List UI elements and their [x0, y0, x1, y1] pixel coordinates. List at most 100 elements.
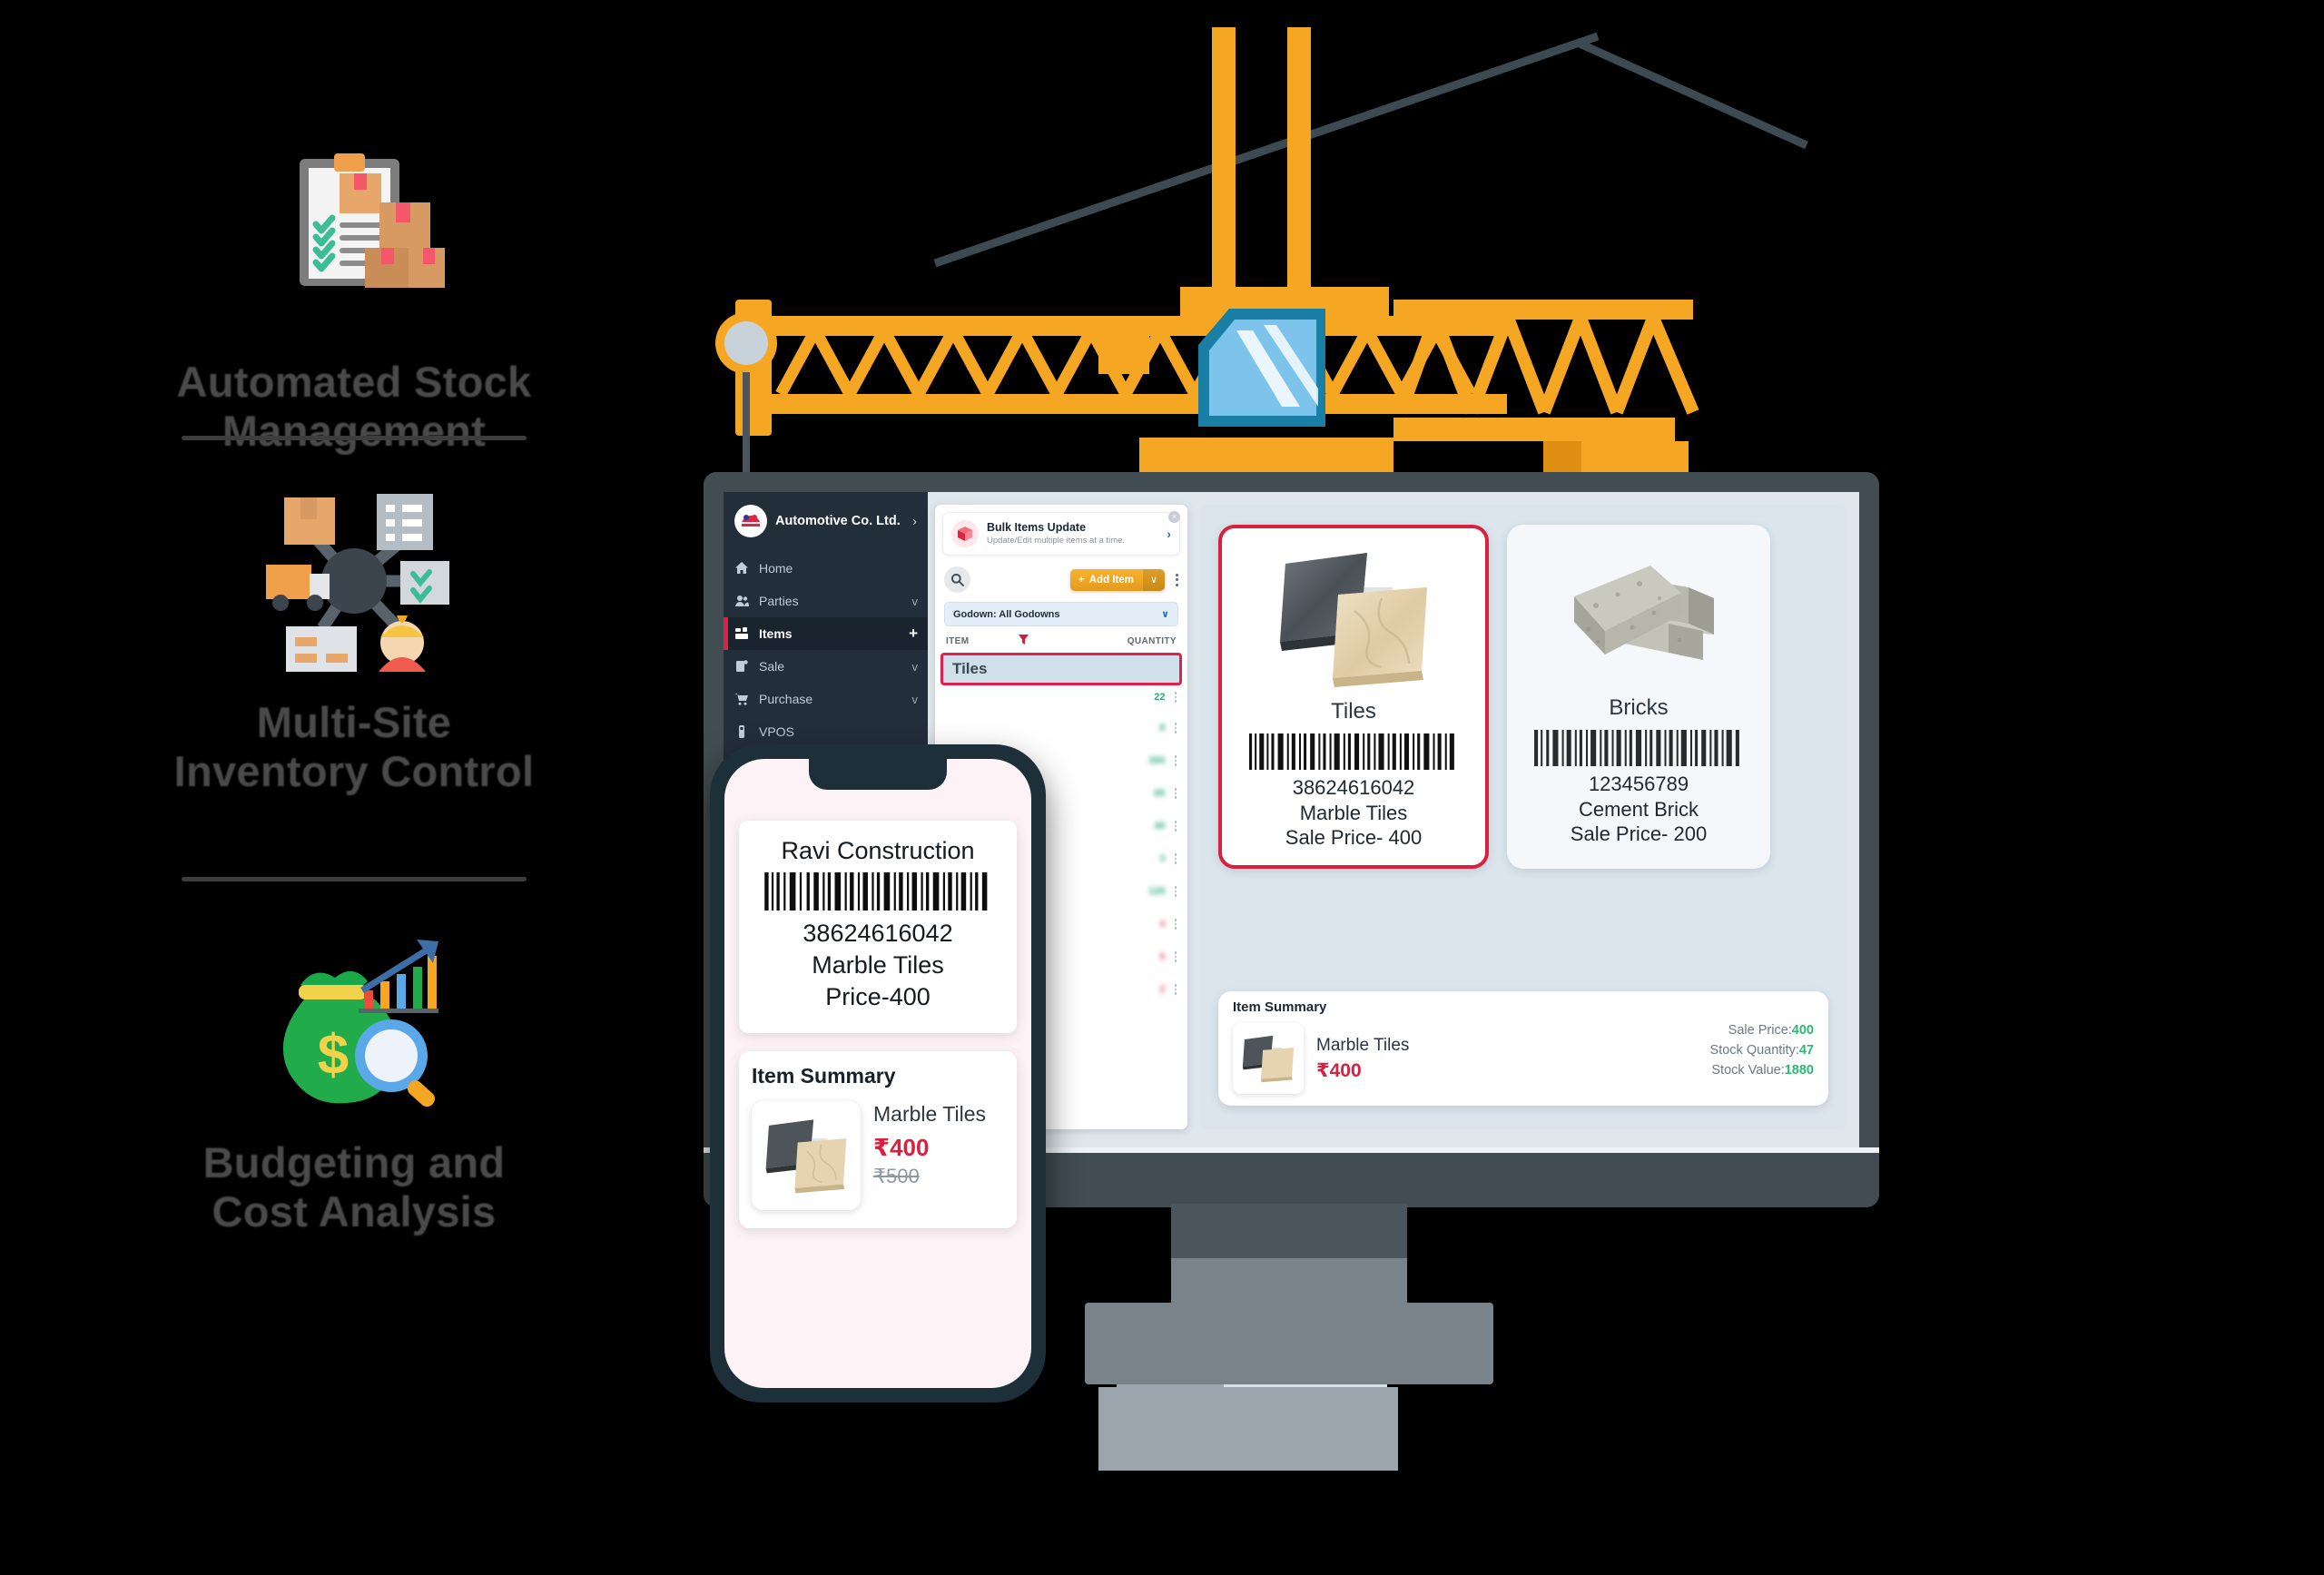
- more-options-icon[interactable]: [1173, 573, 1178, 586]
- product-description: Marble Tiles: [1299, 801, 1408, 824]
- sidebar-item-label: VPOS: [759, 724, 794, 739]
- product-sale-price: Sale Price- 400: [1285, 826, 1423, 850]
- sidebar-item-label: Home: [759, 561, 793, 576]
- bulk-items-update-banner[interactable]: Bulk Items Update Update/Edit multiple i…: [942, 512, 1180, 556]
- phone-screen: Ravi Construction 38624616042 Marble Til…: [724, 759, 1031, 1388]
- item-summary-price: ₹400: [873, 1134, 930, 1162]
- crane-cab-window-icon: [1198, 309, 1325, 427]
- stat-value: 1880: [1784, 1062, 1814, 1078]
- sidebar-item-home[interactable]: Home: [724, 552, 928, 585]
- more-options-icon[interactable]: [1174, 886, 1177, 897]
- company-switcher[interactable]: Automotive Co. Ltd. ›: [724, 492, 928, 552]
- more-options-icon[interactable]: [1174, 692, 1177, 703]
- row-quantity: 8: [1159, 723, 1166, 733]
- chevron-down-icon: ∨: [1161, 609, 1169, 620]
- sidebar-item-parties[interactable]: Parties v: [724, 585, 928, 617]
- feature-divider: [182, 436, 527, 440]
- sidebar-item-label: Sale: [759, 659, 785, 674]
- package-icon: [951, 520, 979, 547]
- row-quantity: 22: [1154, 692, 1166, 703]
- row-quantity: 3: [1159, 853, 1166, 864]
- home-icon: [734, 561, 749, 576]
- label-price: Price-400: [825, 983, 931, 1011]
- crane-cab-left-arm: [1098, 329, 1149, 374]
- feature-budgeting-and-cost-analysis: $ Budgeting and Cost Analysis: [0, 917, 708, 1235]
- more-options-icon[interactable]: [1174, 788, 1177, 799]
- phone-label-card: Ravi Construction 38624616042 Marble Til…: [739, 821, 1017, 1034]
- smartphone: Ravi Construction 38624616042 Marble Til…: [710, 744, 1046, 1403]
- phone-notch: [809, 759, 947, 790]
- label-barcode-number: 38624616042: [803, 920, 953, 947]
- filter-icon[interactable]: [1018, 635, 1029, 647]
- chevron-down-icon: v: [911, 692, 919, 706]
- stat-value: 47: [1798, 1042, 1814, 1058]
- more-options-icon[interactable]: [1174, 723, 1177, 733]
- cart-icon: [734, 692, 749, 707]
- sidebar-item-vpos[interactable]: VPOS: [724, 715, 928, 748]
- crane-cable-icon: [933, 32, 1808, 268]
- chevron-right-icon: ›: [912, 513, 917, 529]
- close-icon[interactable]: ×: [1168, 511, 1180, 523]
- sidebar-item-sale[interactable]: Sale v: [724, 650, 928, 683]
- product-barcode-number: 123456789: [1588, 773, 1689, 795]
- stat-label: Stock Quantity:: [1709, 1042, 1799, 1058]
- chevron-down-icon: v: [911, 594, 919, 608]
- stat-stock-quantity: Stock Quantity:47: [1710, 1041, 1814, 1061]
- selected-item-row-tiles[interactable]: Tiles: [940, 653, 1182, 685]
- marble-tiles-image: [1231, 541, 1476, 695]
- more-options-icon[interactable]: [1174, 755, 1177, 766]
- marble-tiles-thumb: [752, 1101, 861, 1211]
- selected-item-label: Tiles: [952, 660, 988, 677]
- feature-automated-stock-management: Automated Stock Management: [0, 136, 708, 455]
- crane-counterjib-lattice-icon: [1394, 315, 1699, 415]
- item-summary-name: Marble Tiles: [1316, 1035, 1410, 1055]
- features-column: Automated Stock Management Multi-Site In…: [0, 136, 708, 1452]
- product-sale-price: Sale Price- 200: [1570, 822, 1708, 846]
- sidebar-item-purchase[interactable]: Purchase v: [724, 683, 928, 715]
- chevron-right-icon[interactable]: ›: [1167, 527, 1171, 541]
- row-quantity: 120: [1148, 886, 1166, 897]
- more-options-icon[interactable]: [1174, 853, 1177, 864]
- feature-multi-site-inventory-control: Multi-Site Inventory Control: [0, 477, 708, 795]
- product-card-tiles[interactable]: Tiles 38624616042 Marble Tiles Sale Pric…: [1218, 525, 1489, 870]
- more-options-icon[interactable]: [1174, 984, 1177, 995]
- add-item-button[interactable]: + Add Item ∨: [1070, 568, 1165, 591]
- barcode-image: [1247, 733, 1460, 770]
- more-options-icon[interactable]: [1174, 951, 1177, 962]
- table-row[interactable]: 22: [935, 685, 1187, 703]
- item-summary-main: Marble Tiles ₹400: [1233, 1023, 1409, 1094]
- more-options-icon[interactable]: [1174, 919, 1177, 930]
- row-quantity: 40: [1154, 821, 1166, 832]
- receipt-icon: [734, 659, 749, 674]
- chevron-down-icon: v: [911, 659, 919, 674]
- product-card-bricks[interactable]: Bricks 123456789 Cement Brick Sale Price…: [1507, 525, 1770, 870]
- company-name: Automotive Co. Ltd.: [775, 514, 901, 528]
- feature-label: Budgeting and Cost Analysis: [202, 1138, 506, 1235]
- marble-tiles-thumb: [1233, 1023, 1304, 1094]
- more-options-icon[interactable]: [1174, 821, 1177, 832]
- godown-filter-label: Godown: All Godowns: [953, 608, 1060, 620]
- stat-label: Sale Price:: [1728, 1023, 1792, 1038]
- items-toolbar: + Add Item ∨: [935, 556, 1187, 598]
- product-description: Cement Brick: [1578, 797, 1699, 821]
- search-icon[interactable]: [944, 566, 970, 593]
- product-name: Bricks: [1609, 695, 1669, 720]
- sidebar-item-items[interactable]: Items +: [724, 617, 928, 650]
- terminal-icon: [734, 724, 749, 740]
- chevron-down-icon[interactable]: ∨: [1142, 568, 1165, 591]
- plus-icon[interactable]: +: [909, 625, 918, 643]
- item-summary-title: Item Summary: [752, 1064, 896, 1088]
- monitor-base: [1085, 1303, 1493, 1384]
- godown-filter-select[interactable]: Godown: All Godowns ∨: [944, 602, 1178, 626]
- feature-divider: [182, 877, 527, 881]
- product-barcode-number: 38624616042: [1292, 776, 1415, 799]
- crane-base-slab: [1098, 1387, 1398, 1471]
- barcode-image: [763, 872, 993, 911]
- cement-bricks-image: [1516, 537, 1761, 692]
- stat-stock-value: Stock Value:1880: [1710, 1061, 1814, 1081]
- column-header-item: ITEM: [946, 635, 970, 646]
- product-card-list: Tiles 38624616042 Marble Tiles Sale Pric…: [1200, 505, 1846, 870]
- table-row[interactable]: 8: [935, 703, 1187, 733]
- stat-sale-price: Sale Price:400: [1710, 1021, 1814, 1041]
- users-icon: [734, 594, 749, 609]
